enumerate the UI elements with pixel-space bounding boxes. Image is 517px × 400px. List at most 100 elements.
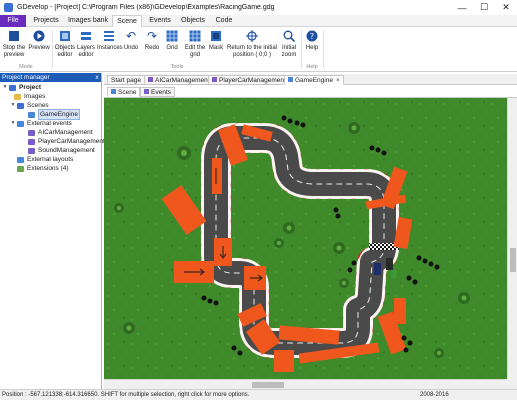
undo-icon: ↶ <box>125 28 137 43</box>
close-tab-button[interactable]: × <box>336 77 340 84</box>
stop-preview-label: Stop the preview <box>2 45 26 58</box>
layers-editor-button[interactable]: Layers editor <box>76 29 96 59</box>
preview-label: Preview <box>28 45 50 51</box>
barrier[interactable] <box>394 298 406 324</box>
barrier[interactable] <box>274 350 294 372</box>
project-manager-panel: Project manager x ▼ Project Images ▼ Sce… <box>0 73 105 389</box>
tab-label: GameEngine <box>295 77 333 84</box>
tree-item-label: PlayerCarManagement <box>38 138 105 145</box>
car[interactable] <box>374 263 381 275</box>
events-icon <box>144 89 149 94</box>
vertical-scrollbar[interactable] <box>507 98 517 379</box>
layers-editor-label: Layers editor <box>76 45 95 58</box>
grid-button[interactable]: Grid <box>163 29 181 52</box>
status-bar: Position : -567.121338;-614.316650. SHIF… <box>0 389 517 400</box>
gdevelop-logo-icon <box>4 3 13 12</box>
events-icon <box>28 138 35 145</box>
tree-item-project[interactable]: ▼ Project <box>2 83 42 92</box>
edit-grid-label: Edit the grid <box>184 45 206 58</box>
tree-item-label: Project <box>19 84 42 91</box>
undo-label: Undo <box>123 45 139 51</box>
barrier[interactable] <box>212 158 222 194</box>
instances-icon <box>102 29 116 43</box>
tree-item-external-events[interactable]: ▼ External events <box>10 119 72 128</box>
group-mode-label: Mode <box>19 64 33 70</box>
layers-icon <box>79 29 93 43</box>
objects-editor-label: Objects editor <box>54 45 76 58</box>
tree-item-player-car-management[interactable]: PlayerCarManagement <box>28 137 105 146</box>
initial-zoom-button[interactable]: Initial zoom <box>279 29 299 59</box>
scene-drawing[interactable] <box>104 98 507 379</box>
tab-game-engine[interactable]: GameEngine × <box>284 75 344 85</box>
tab-scene-view[interactable]: Scene <box>107 87 141 97</box>
instances-button[interactable]: Instances <box>97 29 123 52</box>
return-initial-label: Return to the initial position ( 0;0 ) <box>226 45 278 58</box>
tab-ai-car-management[interactable]: AICarManagement <box>144 75 214 85</box>
project-manager-title: Project manager <box>2 74 50 81</box>
ribbon: Stop the preview Preview Mode Objects ed… <box>0 27 517 72</box>
minimize-button[interactable]: — <box>451 0 473 15</box>
tab-code[interactable]: Code <box>212 15 236 27</box>
tab-events-view[interactable]: Events <box>140 87 175 97</box>
stop-preview-button[interactable]: Stop the preview <box>2 29 26 59</box>
tab-objects[interactable]: Objects <box>178 15 208 27</box>
tree-item-images[interactable]: Images <box>14 92 45 101</box>
maximize-button[interactable]: ☐ <box>473 0 495 15</box>
tab-file[interactable]: File <box>0 15 26 27</box>
tree-item-label: Images <box>24 93 46 100</box>
ribbon-separator <box>52 30 53 68</box>
tab-images-bank[interactable]: Images bank <box>66 15 110 27</box>
instances-label: Instances <box>97 45 123 51</box>
group-tools-label: Tools <box>170 64 184 70</box>
tree-item-sound-management[interactable]: SoundManagement <box>28 146 95 155</box>
mask-icon <box>209 29 223 43</box>
objects-editor-button[interactable]: Objects editor <box>54 29 76 59</box>
tree-item-label: External events <box>27 120 72 127</box>
project-manager-header: Project manager x <box>0 73 101 82</box>
tab-start-page[interactable]: Start page <box>107 75 145 85</box>
car[interactable] <box>386 258 393 270</box>
redo-button[interactable]: ↷ Redo <box>143 29 161 52</box>
collapse-icon[interactable]: ▼ <box>2 83 8 92</box>
return-initial-position-button[interactable]: Return to the initial position ( 0;0 ) <box>225 29 279 59</box>
scene-sub-tabs: Scene Events <box>104 86 517 98</box>
tab-projects[interactable]: Projects <box>28 15 64 27</box>
edit-grid-icon <box>188 29 202 43</box>
events-icon <box>148 77 153 82</box>
collapse-icon[interactable]: ▼ <box>10 119 16 128</box>
close-button[interactable]: ✕ <box>495 0 517 15</box>
tree-item-label: SoundManagement <box>38 147 95 154</box>
mask-button[interactable]: Mask <box>207 29 225 52</box>
scrollbar-thumb[interactable] <box>252 382 284 388</box>
tab-label: Scene <box>118 89 137 96</box>
title-bar: GDevelop - [Project] C:\Program Files (x… <box>0 0 517 15</box>
status-years-text: 2008-2016 <box>420 392 449 398</box>
tab-events[interactable]: Events <box>146 15 174 27</box>
collapse-icon[interactable]: ▼ <box>10 101 16 110</box>
edit-grid-button[interactable]: Edit the grid <box>183 29 207 59</box>
tree-item-game-engine[interactable]: GameEngine <box>28 109 80 120</box>
tree-item-external-layouts[interactable]: External layouts <box>17 155 73 164</box>
tree-item-extensions[interactable]: Extensions (4) <box>17 164 69 173</box>
horizontal-scrollbar[interactable] <box>104 379 507 389</box>
scrollbar-thumb[interactable] <box>510 248 516 272</box>
svg-text:?: ? <box>310 32 314 41</box>
scene-canvas[interactable] <box>104 98 507 379</box>
tree-item-ai-car-management[interactable]: AICarManagement <box>28 128 93 137</box>
help-button[interactable]: ? Help <box>303 29 321 52</box>
close-panel-button[interactable]: x <box>93 73 101 82</box>
stop-icon <box>7 29 21 43</box>
undo-button[interactable]: ↶ Undo <box>122 29 140 52</box>
tree-item-label: AICarManagement <box>38 129 93 136</box>
car[interactable] <box>391 270 396 278</box>
tab-player-car-management[interactable]: PlayerCarManagement <box>208 75 290 85</box>
play-icon <box>32 29 46 43</box>
preview-button[interactable]: Preview <box>28 29 50 52</box>
objects-icon <box>58 29 72 43</box>
images-icon <box>14 93 21 100</box>
grid-icon <box>165 29 179 43</box>
extensions-icon <box>17 165 24 172</box>
scene-icon <box>288 77 293 82</box>
redo-icon: ↷ <box>146 28 158 43</box>
tab-label: Start page <box>111 77 141 84</box>
